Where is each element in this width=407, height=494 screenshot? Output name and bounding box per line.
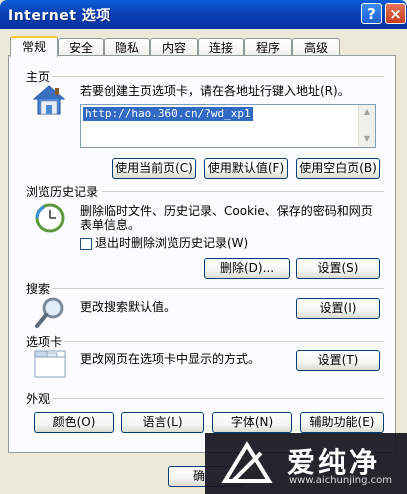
- fonts-button[interactable]: 字体(N): [212, 412, 292, 433]
- window-title: Internet 选项: [8, 8, 111, 24]
- history-clock-icon: [35, 203, 65, 233]
- section-divider: [52, 398, 384, 399]
- tab-advanced[interactable]: 高级: [292, 38, 340, 56]
- home-url-field[interactable]: http://hao.360.cn/?wd_xp1 ▲ ▼: [80, 104, 376, 148]
- use-current-button[interactable]: 使用当前页(C): [112, 158, 196, 179]
- section-divider: [102, 191, 384, 192]
- section-tabs-label: 选项卡: [26, 335, 63, 349]
- title-bar: Internet 选项 ? ×: [0, 0, 407, 29]
- section-divider: [52, 288, 384, 289]
- tab-privacy[interactable]: 隐私: [104, 38, 150, 56]
- search-desc: 更改搜索默认值。: [80, 300, 177, 314]
- delete-on-exit-label: 退出时删除浏览历史记录(W): [95, 236, 249, 250]
- search-settings-button[interactable]: 设置(I): [296, 298, 380, 319]
- use-default-button[interactable]: 使用默认值(F): [204, 158, 288, 179]
- tab-connections[interactable]: 连接: [198, 38, 244, 56]
- section-divider: [52, 76, 384, 77]
- history-desc-line2: 表单信息。: [80, 218, 141, 232]
- search-magnifier-icon: [35, 297, 64, 328]
- url-scrollbar[interactable]: ▲ ▼: [358, 105, 375, 147]
- section-search-label: 搜索: [26, 282, 51, 296]
- help-button[interactable]: ?: [361, 3, 382, 24]
- colors-button[interactable]: 颜色(O): [34, 412, 114, 433]
- delete-on-exit-checkbox[interactable]: [80, 238, 92, 250]
- use-blank-button[interactable]: 使用空白页(B): [296, 158, 380, 179]
- tabs-desc: 更改网页在选项卡中显示的方式。: [80, 352, 261, 366]
- watermark-logo-icon: [221, 441, 273, 483]
- tab-general[interactable]: 常规: [10, 36, 58, 57]
- delete-history-button[interactable]: 删除(D)...: [204, 258, 290, 279]
- tabs-settings-button[interactable]: 设置(T): [296, 350, 380, 371]
- accessibility-button[interactable]: 辅助功能(E): [300, 412, 384, 433]
- section-home-label: 主页: [26, 70, 51, 84]
- section-history-label: 浏览历史记录: [26, 185, 99, 199]
- scroll-down-icon: ▼: [363, 134, 371, 143]
- section-appearance-label: 外观: [26, 392, 51, 406]
- close-button[interactable]: ×: [385, 3, 406, 24]
- watermark-overlay: 爱纯净 www.aichunjing.com: [205, 433, 407, 494]
- history-settings-button[interactable]: 设置(S): [296, 258, 380, 279]
- tab-security[interactable]: 安全: [58, 38, 104, 56]
- history-desc-line1: 删除临时文件、历史记录、Cookie、保存的密码和网页: [80, 204, 373, 218]
- scroll-up-icon: ▲: [363, 107, 371, 116]
- home-icon: [32, 85, 66, 115]
- section-divider: [64, 341, 384, 342]
- home-url-text: http://hao.360.cn/?wd_xp1: [83, 107, 253, 121]
- tab-programs[interactable]: 程序: [244, 38, 292, 56]
- tabs-window-icon: [34, 350, 66, 378]
- languages-button[interactable]: 语言(L): [121, 412, 204, 433]
- watermark-url-text: www.aichunjing.com: [289, 475, 392, 486]
- home-instruction: 若要创建主页选项卡，请在各地址行键入地址(R)。: [80, 84, 350, 98]
- tab-content[interactable]: 内容: [150, 38, 198, 56]
